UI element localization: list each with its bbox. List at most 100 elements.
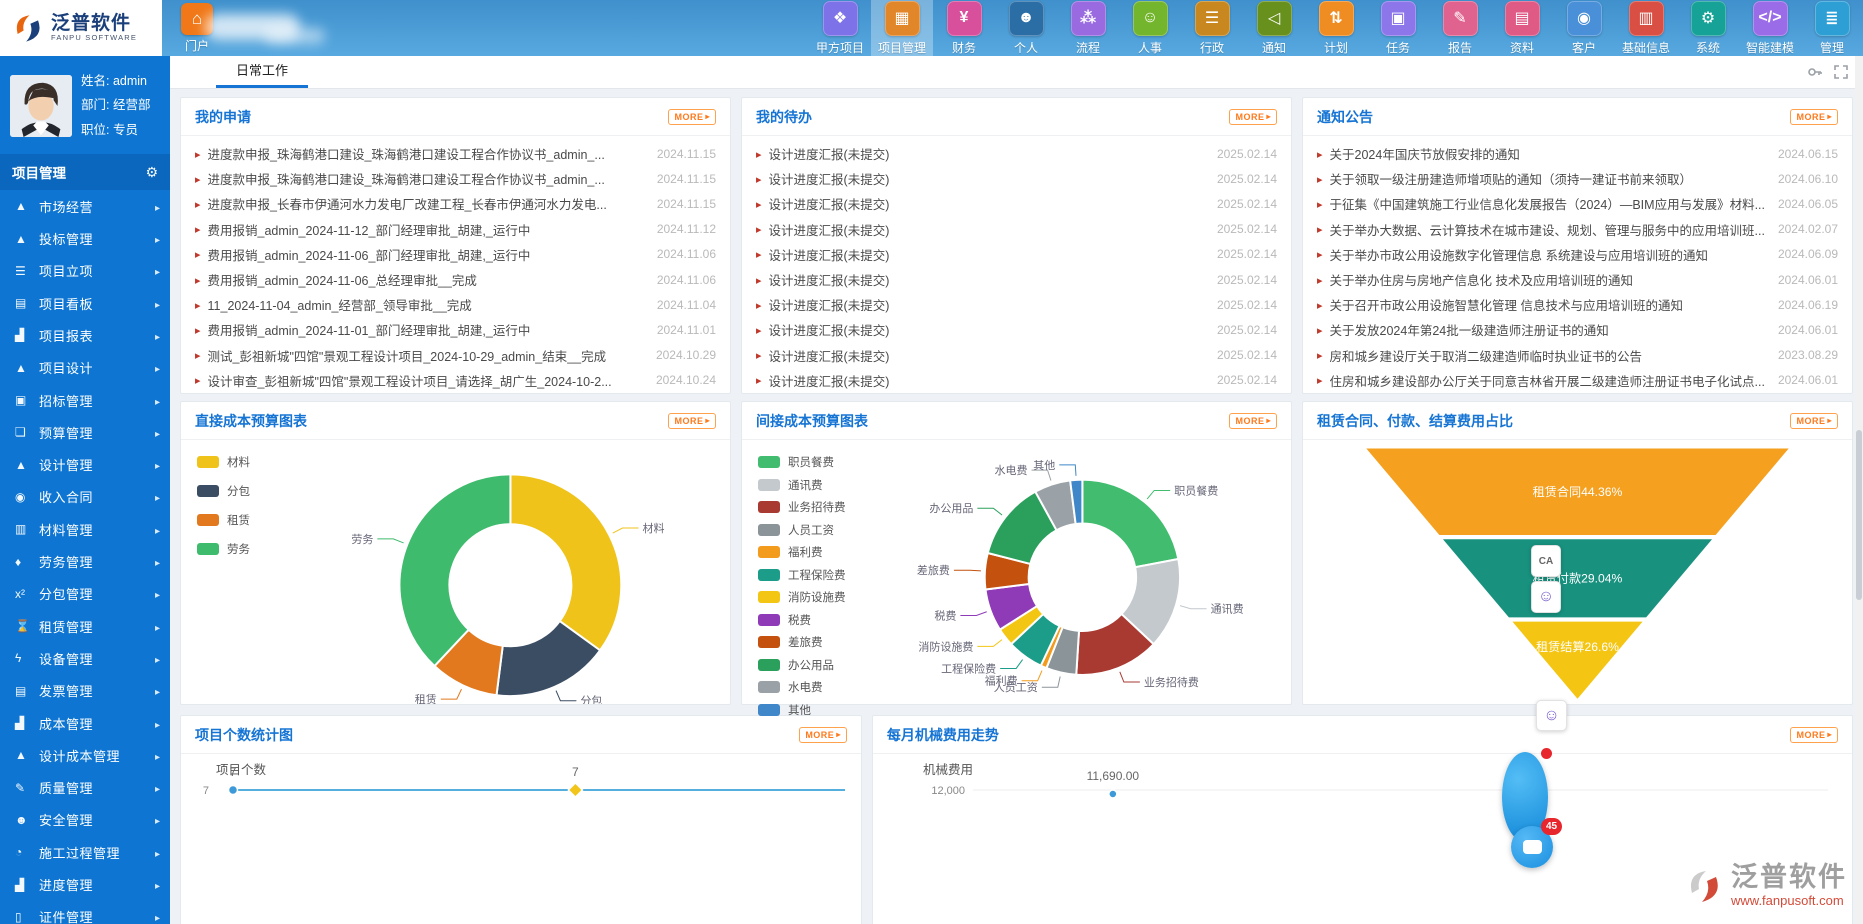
top-nav-item[interactable]: ☻ 个人 [995, 0, 1057, 56]
list-item[interactable]: 关于发放2024年第24批一级建造师注册证书的通知 2024.06.01 [1317, 317, 1838, 342]
list-item[interactable]: 设计进度汇报(未提交) 2025.02.14 [756, 343, 1277, 368]
sidebar-menu-item[interactable]: ☰ 项目立项 [0, 255, 170, 287]
list-item[interactable]: 费用报销_admin_2024-11-01_部门经理审批_胡建,_运行中 202… [195, 317, 716, 342]
list-item[interactable]: 关于2024年国庆节放假安排的通知 2024.06.15 [1317, 141, 1838, 166]
donut-segment[interactable] [400, 474, 511, 666]
sidebar-menu-item[interactable]: ☻ 安全管理 [0, 804, 170, 836]
top-nav-item[interactable]: ¥ 财务 [933, 0, 995, 56]
sidebar-menu-item[interactable]: ▣ 招标管理 [0, 384, 170, 416]
legend-item[interactable]: 福利费 [758, 544, 846, 560]
list-item[interactable]: 费用报销_admin_2024-11-06_部门经理审批_胡建,_运行中 202… [195, 242, 716, 267]
top-nav-item[interactable]: ⁂ 流程 [1057, 0, 1119, 56]
sidebar-menu-item[interactable]: ❏ 预算管理 [0, 416, 170, 448]
list-item[interactable]: 费用报销_admin_2024-11-12_部门经理审批_胡建,_运行中 202… [195, 217, 716, 242]
list-item[interactable]: 于征集《中国建筑施工行业信息化发展报告（2024）—BIM应用与发展》材料...… [1317, 191, 1838, 216]
top-nav-item[interactable]: ✎ 报告 [1429, 0, 1491, 56]
donut-segment[interactable] [1082, 480, 1178, 568]
list-item[interactable]: 测试_彭祖新城"四馆"景观工程设计项目_2024-10-29_admin_结束_… [195, 343, 716, 368]
legend-item[interactable]: 税费 [758, 612, 846, 628]
sidebar-menu-item[interactable]: ▲ 设计成本管理 [0, 739, 170, 771]
sidebar-section-header[interactable]: 项目管理 ⚙ [0, 154, 170, 190]
legend-item[interactable]: 材料 [197, 454, 250, 470]
more-button[interactable]: MORE [668, 109, 716, 125]
sidebar-menu-item[interactable]: ♦ 劳务管理 [0, 545, 170, 577]
funnel-tier[interactable] [1512, 622, 1642, 699]
top-nav-item[interactable]: ▥ 基础信息 [1615, 0, 1677, 56]
top-nav-item[interactable]: ▤ 资料 [1491, 0, 1553, 56]
list-item[interactable]: 房和城乡建设厅关于取消二级建造师临时执业证书的公告 2023.08.29 [1317, 343, 1838, 368]
top-nav-item[interactable]: ▣ 任务 [1367, 0, 1429, 56]
list-item[interactable]: 住房和城乡建设部办公厅关于同意吉林省开展二级建造师注册证书电子化试点... 20… [1317, 368, 1838, 393]
more-button[interactable]: MORE [668, 413, 716, 429]
gear-icon[interactable]: ⚙ [145, 164, 158, 181]
list-item[interactable]: 设计进度汇报(未提交) 2025.02.14 [756, 368, 1277, 393]
sidebar-menu-item[interactable]: ▲ 市场经营 [0, 190, 170, 222]
list-item[interactable]: 设计进度汇报(未提交) 2025.02.14 [756, 292, 1277, 317]
top-nav-item[interactable]: ☺ 人事 [1119, 0, 1181, 56]
user-avatar[interactable] [10, 75, 72, 137]
top-nav-item[interactable]: ≣ 管理 [1801, 0, 1863, 56]
sidebar-menu-item[interactable]: ▟ 项目报表 [0, 319, 170, 351]
data-point-circle[interactable] [229, 786, 238, 795]
list-item[interactable]: 进度款申报_珠海鹤港口建设_珠海鹤港口建设工程合作协议书_admin_... 2… [195, 141, 716, 166]
list-item[interactable]: 设计进度汇报(未提交) 2025.02.14 [756, 141, 1277, 166]
sidebar-menu-item[interactable]: ▲ 项目设计 [0, 352, 170, 384]
top-nav-item[interactable]: ⇅ 计划 [1305, 0, 1367, 56]
top-nav-item[interactable]: ◁ 通知 [1243, 0, 1305, 56]
data-point-circle[interactable] [1109, 790, 1117, 798]
sidebar-menu-item[interactable]: ▲ 设计管理 [0, 449, 170, 481]
more-button[interactable]: MORE [1229, 109, 1277, 125]
legend-item[interactable]: 劳务 [197, 541, 250, 557]
smiley-service-icon[interactable]: ☺ [1536, 700, 1567, 731]
list-item[interactable]: 设计进度汇报(未提交) 2025.02.14 [756, 166, 1277, 191]
legend-item[interactable]: 工程保险费 [758, 567, 846, 583]
legend-item[interactable]: 差旅费 [758, 634, 846, 650]
sidebar-menu-item[interactable]: x² 分包管理 [0, 578, 170, 610]
top-nav-item[interactable]: ▦ 项目管理 [871, 0, 933, 56]
list-item[interactable]: 费用报销_admin_2024-11-06_总经理审批__完成 2024.11.… [195, 267, 716, 292]
top-nav-item[interactable]: ☰ 行政 [1181, 0, 1243, 56]
sidebar-menu-item[interactable]: ▟ 成本管理 [0, 707, 170, 739]
top-nav-item[interactable]: </> 智能建模 [1739, 0, 1801, 56]
legend-item[interactable]: 租赁 [197, 512, 250, 528]
more-button[interactable]: MORE [1790, 727, 1838, 743]
sidebar-menu-item[interactable]: ⌛ 租赁管理 [0, 610, 170, 642]
key-icon[interactable] [1807, 64, 1823, 80]
scrollbar-thumb[interactable] [1856, 430, 1862, 600]
more-button[interactable]: MORE [1790, 109, 1838, 125]
legend-item[interactable]: 办公用品 [758, 657, 846, 673]
legend-item[interactable]: 水电费 [758, 679, 846, 695]
sidebar-menu-item[interactable]: ▟ 进度管理 [0, 868, 170, 900]
list-item[interactable]: 关于举办市政公用设施数字化管理信息 系统建设与应用培训班的通知 2024.06.… [1317, 242, 1838, 267]
sidebar-menu-item[interactable]: ▯ 证件管理 [0, 901, 170, 924]
list-item[interactable]: 设计进度汇报(未提交) 2025.02.14 [756, 242, 1277, 267]
data-point-diamond[interactable] [568, 783, 582, 797]
top-nav-item[interactable]: ◉ 客户 [1553, 0, 1615, 56]
legend-item[interactable]: 职员餐费 [758, 454, 846, 470]
legend-item[interactable]: 通讯费 [758, 477, 846, 493]
sidebar-menu-item[interactable]: ◉ 收入合同 [0, 481, 170, 513]
sidebar-menu-item[interactable]: ◔ 施工过程管理 [0, 836, 170, 868]
list-item[interactable]: 关于领取一级注册建造师增项贴的通知（须持一建证书前来领取） 2024.06.10 [1317, 166, 1838, 191]
list-item[interactable]: 进度款申报_长春市伊通河水力发电厂改建工程_长春市伊通河水力发电... 2024… [195, 191, 716, 216]
top-nav-item[interactable]: ⚙ 系统 [1677, 0, 1739, 56]
legend-item[interactable]: 分包 [197, 483, 250, 499]
list-item[interactable]: 关于举办住房与房地产信息化 技术及应用培训班的通知 2024.06.01 [1317, 267, 1838, 292]
more-button[interactable]: MORE [1229, 413, 1277, 429]
list-item[interactable]: 设计进度汇报(未提交) 2025.02.14 [756, 217, 1277, 242]
more-button[interactable]: MORE [799, 727, 847, 743]
more-button[interactable]: MORE [1790, 413, 1838, 429]
list-item[interactable]: 设计进度汇报(未提交) 2025.02.14 [756, 191, 1277, 216]
tab-daily-work[interactable]: 日常工作 [216, 54, 308, 88]
list-item[interactable]: 设计进度汇报(未提交) 2025.02.14 [756, 317, 1277, 342]
list-item[interactable]: 11_2024-11-04_admin_经营部_领导审批__完成 2024.11… [195, 292, 716, 317]
sidebar-menu-item[interactable]: ▲ 投标管理 [0, 222, 170, 254]
donut-segment[interactable] [510, 474, 621, 650]
sidebar-menu-item[interactable]: ✎ 质量管理 [0, 771, 170, 803]
list-item[interactable]: 设计进度汇报(未提交) 2025.02.14 [756, 267, 1277, 292]
legend-item[interactable]: 其他 [758, 702, 846, 718]
fullscreen-icon[interactable] [1833, 64, 1849, 80]
top-nav-item[interactable]: ❖ 甲方项目 [809, 0, 871, 56]
list-item[interactable]: 关于召开市政公用设施智慧化管理 信息技术与应用培训班的通知 2024.06.19 [1317, 292, 1838, 317]
ca-float-button[interactable]: CA [1531, 545, 1561, 577]
